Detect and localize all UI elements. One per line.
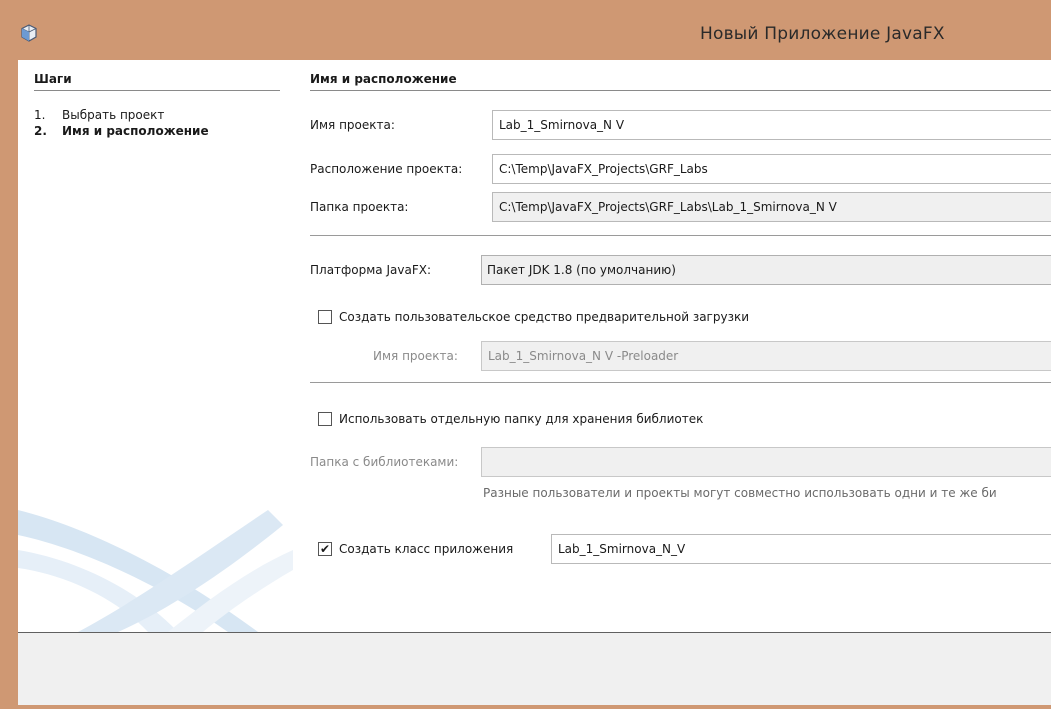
app-class-checkbox[interactable]: ✔ <box>318 542 332 556</box>
wizard-decoration-graphic <box>18 510 293 632</box>
window-left-border <box>0 60 18 709</box>
app-class-checkbox-label: Создать класс приложения <box>339 542 514 556</box>
libraries-folder-input[interactable] <box>481 447 1051 477</box>
project-location-label: Расположение проекта: <box>310 162 463 176</box>
title-bar[interactable]: Новый Приложение JavaFX <box>0 0 1051 60</box>
separator <box>310 382 1051 383</box>
steps-title: Шаги <box>34 72 280 91</box>
platform-select[interactable]: Пакет JDK 1.8 (по умолчанию) <box>481 255 1051 285</box>
step-choose-project[interactable]: 1. Выбрать проект <box>34 108 164 122</box>
libraries-checkbox[interactable] <box>318 412 332 426</box>
libraries-checkbox-row[interactable]: Использовать отдельную папку для хранени… <box>318 412 703 426</box>
window-bottom-border <box>0 705 1051 709</box>
step-number: 2. <box>34 124 47 138</box>
window-title: Новый Приложение JavaFX <box>700 24 945 44</box>
dialog-client-area: Шаги 1. Выбрать проект 2. Имя и располож… <box>18 60 1051 705</box>
preloader-checkbox-row[interactable]: Создать пользовательское средство предва… <box>318 310 749 324</box>
app-class-input[interactable]: Lab_1_Smirnova_N_V <box>551 534 1051 564</box>
libraries-checkbox-label: Использовать отдельную папку для хранени… <box>339 412 704 426</box>
step-label: Выбрать проект <box>62 108 165 122</box>
project-name-label: Имя проекта: <box>310 118 395 132</box>
preloader-name-input[interactable]: Lab_1_Smirnova_N V -Preloader <box>481 341 1051 371</box>
steps-panel: Шаги 1. Выбрать проект 2. Имя и располож… <box>18 60 293 632</box>
button-bar <box>18 633 1051 705</box>
project-folder-field: C:\Temp\JavaFX_Projects\GRF_Labs\Lab_1_S… <box>492 192 1051 222</box>
step-number: 1. <box>34 108 46 122</box>
libraries-folder-label: Папка с библиотеками: <box>310 455 459 469</box>
name-location-panel: Имя и расположение Имя проекта: Lab_1_Sm… <box>293 60 1051 632</box>
project-name-input[interactable]: Lab_1_Smirnova_N V <box>492 110 1051 140</box>
preloader-checkbox[interactable] <box>318 310 332 324</box>
preloader-checkbox-label: Создать пользовательское средство предва… <box>339 310 750 324</box>
section-title: Имя и расположение <box>310 72 1051 91</box>
check-mark-icon: ✔ <box>319 542 331 556</box>
dialog-window: Новый Приложение JavaFX Шаги 1. Выбрать … <box>0 0 1051 709</box>
project-folder-label: Папка проекта: <box>310 200 409 214</box>
java-cup-icon <box>21 24 37 42</box>
step-name-location[interactable]: 2. Имя и расположение <box>34 124 209 138</box>
preloader-name-label: Имя проекта: <box>373 349 458 363</box>
platform-label: Платформа JavaFX: <box>310 263 431 277</box>
project-location-input[interactable]: C:\Temp\JavaFX_Projects\GRF_Labs <box>492 154 1051 184</box>
separator <box>310 235 1051 236</box>
app-class-checkbox-row[interactable]: ✔ Создать класс приложения <box>318 542 513 556</box>
libraries-hint: Разные пользователи и проекты могут совм… <box>483 486 997 500</box>
step-label: Имя и расположение <box>62 124 209 138</box>
